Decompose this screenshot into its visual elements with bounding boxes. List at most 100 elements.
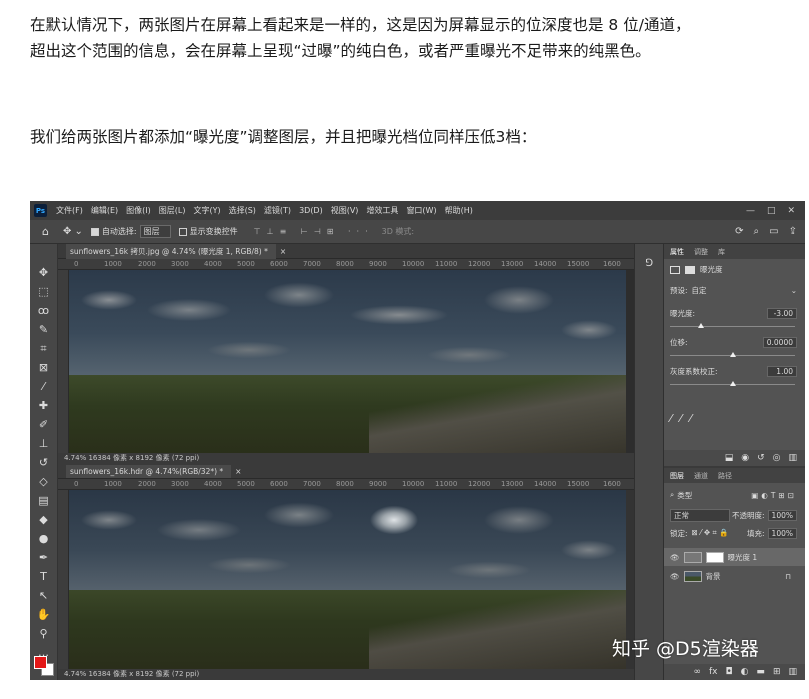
visibility-icon[interactable]: ◎ (773, 453, 781, 463)
menu-type[interactable]: 文字(Y) (189, 205, 224, 216)
lasso-tool-icon[interactable]: ꝏ (38, 304, 49, 317)
layer-filter-row: ⌕ 类型 ▣◐T⊞⊡ (670, 490, 797, 501)
menu-help[interactable]: 帮助(H) (441, 205, 477, 216)
add-mask-icon[interactable]: ◘ (725, 667, 732, 677)
zoom-tool-icon[interactable]: ⚲ (39, 627, 47, 640)
exposure-slider-track[interactable] (670, 326, 795, 327)
menu-edit[interactable]: 编辑(E) (87, 205, 122, 216)
foreground-color-swatch[interactable] (34, 656, 47, 669)
properties-title-row: 曝光度 (670, 264, 797, 275)
menu-select[interactable]: 选择(S) (225, 205, 260, 216)
gamma-value-input[interactable]: 1.00 (767, 366, 797, 377)
menu-3d[interactable]: 3D(D) (295, 206, 327, 215)
brush-tool-icon[interactable]: ✐ (39, 418, 48, 431)
move-tool-icon[interactable]: ✥ (39, 266, 48, 279)
canvas-image-hdr[interactable] (69, 490, 626, 669)
history-brush-icon[interactable]: ↺ (39, 456, 48, 469)
minimize-icon[interactable]: — (746, 206, 755, 216)
history-icon[interactable]: ⅁ (635, 258, 663, 269)
healing-tool-icon[interactable]: ✚ (39, 399, 48, 412)
reset-icon[interactable]: ↺ (757, 453, 765, 463)
type-tool-icon[interactable]: T (40, 570, 47, 583)
exposure-value-input[interactable]: -3.00 (767, 308, 797, 319)
home-icon[interactable]: ⌂ (42, 225, 49, 238)
export-icon[interactable]: ⇪ (789, 226, 797, 237)
opacity-input[interactable]: 100% (767, 510, 797, 521)
delete-icon[interactable]: ▥ (788, 453, 797, 463)
view-previous-icon[interactable]: ◉ (741, 453, 749, 463)
gray-eyedropper-icon[interactable]: ⁄ (680, 412, 682, 425)
dodge-tool-icon[interactable]: ● (39, 532, 49, 545)
menu-file[interactable]: 文件(F) (52, 205, 87, 216)
exposure-slider-knob[interactable] (698, 323, 705, 328)
chevron-down-icon[interactable]: ⌄ (791, 286, 797, 295)
tab-close-icon[interactable]: × (280, 247, 286, 256)
pen-tool-icon[interactable]: ✒ (39, 551, 48, 564)
layer-row-background[interactable]: 👁 背景 ⊓ (664, 567, 805, 585)
white-eyedropper-icon[interactable]: ⁄ (690, 412, 692, 425)
move-tool-icon[interactable]: ✥ ⌄ (63, 226, 83, 237)
gradient-tool-icon[interactable]: ▤ (38, 494, 48, 507)
hand-tool-icon[interactable]: ✋ (37, 608, 51, 621)
marquee-tool-icon[interactable]: ⬚ (38, 285, 48, 298)
menu-layer[interactable]: 图层(L) (155, 205, 190, 216)
crop-tool-icon[interactable]: ⌗ (40, 342, 46, 355)
fx-icon[interactable]: fx (709, 667, 718, 677)
black-eyedropper-icon[interactable]: ⁄ (670, 412, 672, 425)
stamp-tool-icon[interactable]: ⊥ (39, 437, 49, 450)
document-tab[interactable]: sunflowers_16k 拷贝.jpg @ 4.74% (曝光度 1, RG… (58, 243, 634, 259)
eye-icon[interactable]: 👁 (670, 572, 680, 581)
tab-layers[interactable]: 图层 (670, 471, 684, 481)
layer-mask-thumbnail[interactable] (705, 551, 724, 563)
auto-select-checkbox[interactable] (90, 227, 99, 236)
blur-tool-icon[interactable]: ◆ (39, 513, 47, 526)
lock-icons[interactable]: ⊠ ⁄ ✥ ⌗ 🔒 (692, 528, 729, 539)
maximize-icon[interactable]: □ (767, 206, 776, 216)
eyedropper-tool-icon[interactable]: ⁄ (43, 380, 45, 393)
share-icon[interactable]: ⟳ (735, 226, 743, 237)
menu-view[interactable]: 视图(V) (327, 205, 363, 216)
new-adjustment-icon[interactable]: ◐ (741, 667, 749, 677)
document-tab[interactable]: sunflowers_16k.hdr @ 4.74%(RGB/32*) * × (58, 464, 634, 479)
color-swatches[interactable] (34, 656, 54, 676)
quick-select-tool-icon[interactable]: ✎ (39, 323, 48, 336)
offset-slider-knob[interactable] (729, 352, 736, 357)
preset-dropdown[interactable]: 自定 (692, 285, 707, 296)
filter-icons[interactable]: ▣◐T⊞⊡ (751, 491, 797, 500)
blend-mode-dropdown[interactable]: 正常 (670, 509, 730, 522)
menu-image[interactable]: 图像(I) (122, 205, 155, 216)
gamma-slider-knob[interactable] (729, 381, 736, 386)
ruler-tick: 0 (74, 260, 79, 268)
tab-adjustments[interactable]: 调整 (694, 247, 708, 257)
fill-input[interactable]: 100% (767, 528, 797, 539)
path-select-icon[interactable]: ↖ (39, 589, 48, 602)
menu-plugins[interactable]: 增效工具 (362, 205, 402, 216)
new-layer-icon[interactable]: ⊞ (773, 667, 781, 677)
show-transform-checkbox[interactable] (178, 227, 187, 236)
align-icons[interactable]: ⊤⊥≡ ⊢⊣⊞ ··· (254, 227, 374, 236)
menu-filter[interactable]: 滤镜(T) (260, 205, 295, 216)
workspace-icon[interactable]: ▭ (769, 226, 778, 237)
auto-select-dropdown[interactable]: 图层 (139, 225, 171, 238)
tab-libraries[interactable]: 库 (718, 247, 725, 257)
tab-properties[interactable]: 属性 (670, 247, 684, 257)
new-group-icon[interactable]: ▬ (756, 667, 765, 677)
clip-layer-icon[interactable]: ⬓ (725, 453, 734, 463)
filter-kind-dropdown[interactable]: 类型 (677, 490, 692, 501)
frame-tool-icon[interactable]: ⊠ (39, 361, 48, 374)
tab-paths[interactable]: 路径 (718, 471, 732, 481)
ruler-tick: 12000 (468, 480, 491, 488)
tab-close-icon[interactable]: × (235, 467, 241, 476)
link-icon[interactable]: ∞ (693, 667, 701, 677)
canvas-image-jpg[interactable] (69, 270, 626, 453)
close-icon[interactable]: ✕ (787, 206, 795, 216)
vertical-scrollbar[interactable] (626, 270, 634, 453)
eye-icon[interactable]: 👁 (670, 553, 680, 562)
layer-row-exposure[interactable]: 👁 曝光度 1 (664, 548, 805, 566)
offset-value-input[interactable]: 0.0000 (762, 337, 797, 348)
tab-channels[interactable]: 通道 (694, 471, 708, 481)
menu-window[interactable]: 窗口(W) (402, 205, 440, 216)
delete-layer-icon[interactable]: ▥ (788, 667, 797, 677)
eraser-tool-icon[interactable]: ◇ (39, 475, 47, 488)
search-icon[interactable]: ⌕ (754, 226, 760, 237)
